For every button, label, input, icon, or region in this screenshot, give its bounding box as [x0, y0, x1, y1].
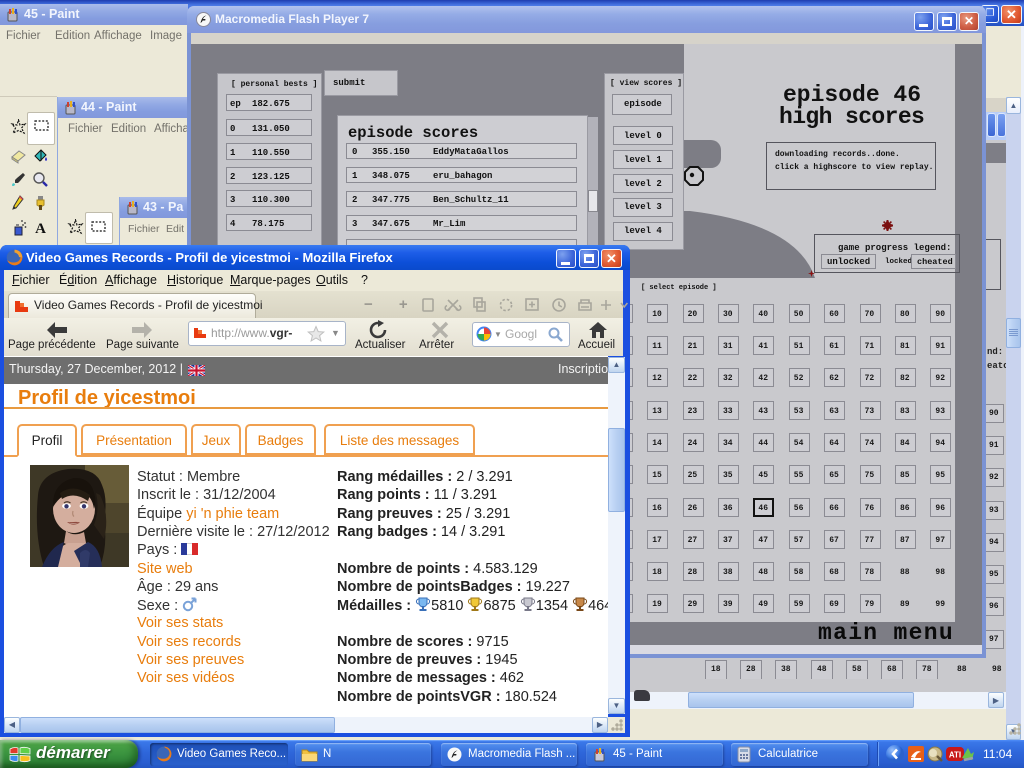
- svg-text:A: A: [35, 221, 46, 236]
